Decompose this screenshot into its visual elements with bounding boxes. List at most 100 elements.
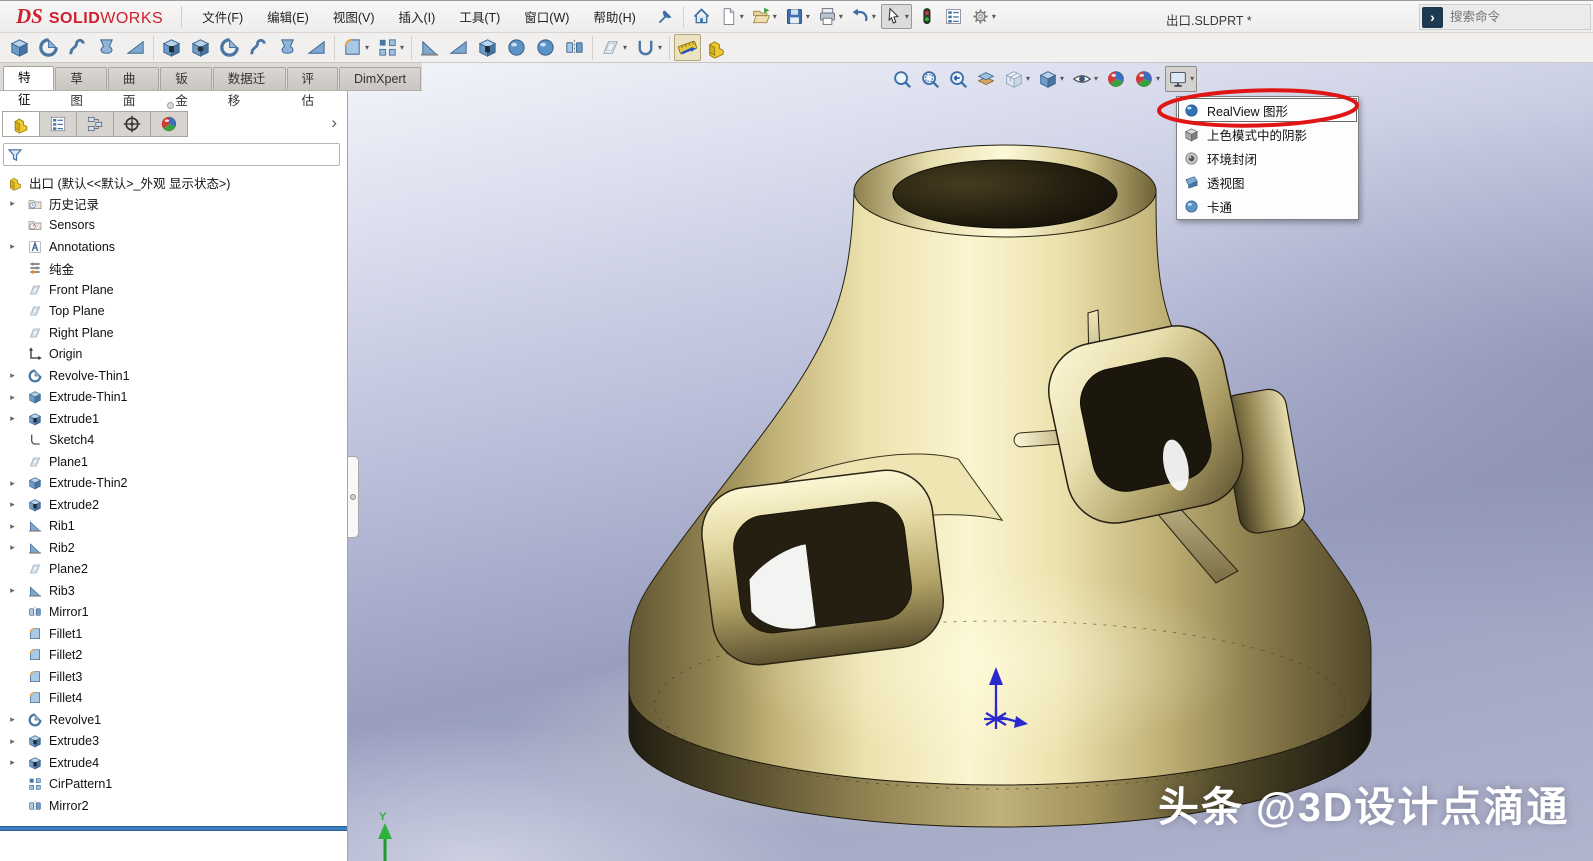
panel-tab[interactable]: [150, 111, 188, 137]
ribbon-tab[interactable]: 评估: [287, 67, 338, 90]
menu-item[interactable]: 文件(F): [190, 2, 255, 31]
menu-item[interactable]: 编辑(E): [255, 2, 321, 31]
panel-splitter[interactable]: [348, 456, 359, 538]
ribbon-tab[interactable]: 曲面: [108, 67, 159, 90]
neck-opening[interactable]: [893, 160, 1117, 228]
quick-tool-button[interactable]: ▾: [716, 4, 747, 29]
expand-arrow-icon[interactable]: ▸: [7, 714, 18, 725]
quick-tool-button[interactable]: [914, 4, 939, 29]
expand-arrow-icon[interactable]: ▸: [7, 499, 18, 510]
tree-item[interactable]: Fillet2: [0, 645, 347, 667]
quick-tool-button[interactable]: ▾: [881, 4, 912, 29]
headsup-tool-button[interactable]: ▾: [1001, 66, 1033, 92]
view-settings-menu-item[interactable]: 环境封闭: [1178, 146, 1357, 170]
expand-arrow-icon[interactable]: ▸: [7, 736, 18, 747]
feature-tool-button[interactable]: [416, 34, 443, 61]
tree-item[interactable]: ▸ Extrude1: [0, 408, 347, 430]
dropdown-caret-icon[interactable]: ▾: [1060, 75, 1064, 83]
ribbon-tab[interactable]: DimXpert: [339, 67, 421, 90]
feature-tool-button[interactable]: ▾: [632, 34, 665, 61]
search-commands-icon[interactable]: ›: [1422, 7, 1443, 28]
tree-item[interactable]: ▸ Extrude-Thin1: [0, 387, 347, 409]
tree-item[interactable]: Front Plane: [0, 279, 347, 301]
feature-tool-button[interactable]: [445, 34, 472, 61]
tree-item[interactable]: Sketch4: [0, 430, 347, 452]
quick-tool-button[interactable]: [653, 4, 678, 29]
panel-tab[interactable]: [2, 111, 40, 137]
headsup-tool-button[interactable]: [945, 66, 971, 92]
menu-item[interactable]: 窗口(W): [512, 2, 581, 31]
dropdown-caret-icon[interactable]: ▾: [1156, 75, 1160, 83]
quick-tool-button[interactable]: ▾: [968, 4, 999, 29]
feature-tool-button[interactable]: ▾: [339, 34, 372, 61]
tree-item[interactable]: Top Plane: [0, 301, 347, 323]
dropdown-caret-icon[interactable]: ▾: [806, 13, 810, 21]
headsup-tool-button[interactable]: [917, 66, 943, 92]
panel-expand-chevron-icon[interactable]: ›: [331, 113, 337, 133]
quick-tool-button[interactable]: ▾: [815, 4, 846, 29]
dropdown-caret-icon[interactable]: ▾: [773, 13, 777, 21]
feature-tool-button[interactable]: [122, 34, 149, 61]
panel-tab[interactable]: [76, 111, 114, 137]
feature-tool-button[interactable]: [35, 34, 62, 61]
headsup-tool-button[interactable]: [973, 66, 999, 92]
expand-arrow-icon[interactable]: ▸: [7, 521, 18, 532]
quick-tool-button[interactable]: ▾: [848, 4, 879, 29]
tree-filter[interactable]: [3, 143, 340, 166]
tree-item[interactable]: ▸ Revolve-Thin1: [0, 365, 347, 387]
panel-splitter-handle[interactable]: [167, 102, 174, 109]
graphics-area[interactable]: Y: [348, 63, 1593, 861]
dropdown-caret-icon[interactable]: ▾: [839, 13, 843, 21]
tree-item[interactable]: ▸ Rib2: [0, 537, 347, 559]
feature-tool-button[interactable]: [674, 34, 701, 61]
headsup-tool-button[interactable]: [1103, 66, 1129, 92]
expand-arrow-icon[interactable]: ▸: [7, 478, 18, 489]
dropdown-caret-icon[interactable]: ▾: [365, 44, 369, 52]
dropdown-caret-icon[interactable]: ▾: [1094, 75, 1098, 83]
dropdown-caret-icon[interactable]: ▾: [992, 13, 996, 21]
headsup-tool-button[interactable]: ▾: [1131, 66, 1163, 92]
feature-tool-button[interactable]: [93, 34, 120, 61]
feature-tool-button[interactable]: [703, 34, 730, 61]
tree-item[interactable]: CirPattern1: [0, 774, 347, 796]
headsup-tool-button[interactable]: ▾: [1165, 66, 1197, 92]
quick-tool-button[interactable]: ▾: [782, 4, 813, 29]
tree-item[interactable]: Fillet3: [0, 666, 347, 688]
dropdown-caret-icon[interactable]: ▾: [1026, 75, 1030, 83]
3d-scene[interactable]: Y: [348, 63, 1593, 861]
feature-tool-button[interactable]: [274, 34, 301, 61]
tree-item[interactable]: Mirror1: [0, 602, 347, 624]
tree-item[interactable]: ▸ 历史记录: [0, 193, 347, 215]
feature-tool-button[interactable]: [158, 34, 185, 61]
feature-tool-button[interactable]: [6, 34, 33, 61]
dropdown-caret-icon[interactable]: ▾: [872, 13, 876, 21]
quick-tool-button[interactable]: [689, 4, 714, 29]
tree-item[interactable]: Mirror2: [0, 795, 347, 817]
tree-item[interactable]: ▸ Extrude2: [0, 494, 347, 516]
dropdown-caret-icon[interactable]: ▾: [1190, 75, 1194, 83]
quick-tool-button[interactable]: [941, 4, 966, 29]
panel-tab[interactable]: [113, 111, 151, 137]
tree-root-item[interactable]: 出口 (默认<<默认>_外观 显示状态>): [0, 171, 347, 193]
ribbon-tab[interactable]: 数据迁移: [213, 67, 286, 90]
view-settings-menu-item[interactable]: 透视图: [1178, 170, 1357, 194]
ribbon-tab[interactable]: 钣金: [160, 67, 211, 90]
menu-item[interactable]: 视图(V): [321, 2, 387, 31]
dropdown-caret-icon[interactable]: ▾: [623, 44, 627, 52]
tree-item[interactable]: ▸ Rib3: [0, 580, 347, 602]
expand-arrow-icon[interactable]: ▸: [7, 585, 18, 596]
feature-tool-button[interactable]: [474, 34, 501, 61]
command-search-box[interactable]: ›: [1419, 4, 1591, 30]
tree-item[interactable]: Fillet4: [0, 688, 347, 710]
search-input[interactable]: [1448, 9, 1580, 25]
expand-arrow-icon[interactable]: ▸: [7, 757, 18, 768]
ribbon-tab[interactable]: 草图: [55, 67, 106, 90]
tree-item[interactable]: Plane2: [0, 559, 347, 581]
tree-item[interactable]: ▸ Extrude-Thin2: [0, 473, 347, 495]
expand-arrow-icon[interactable]: ▸: [7, 198, 18, 209]
feature-tool-button[interactable]: ▾: [597, 34, 630, 61]
expand-arrow-icon[interactable]: ▸: [7, 241, 18, 252]
headsup-tool-button[interactable]: ▾: [1035, 66, 1067, 92]
expand-arrow-icon[interactable]: ▸: [7, 413, 18, 424]
feature-tool-button[interactable]: [503, 34, 530, 61]
